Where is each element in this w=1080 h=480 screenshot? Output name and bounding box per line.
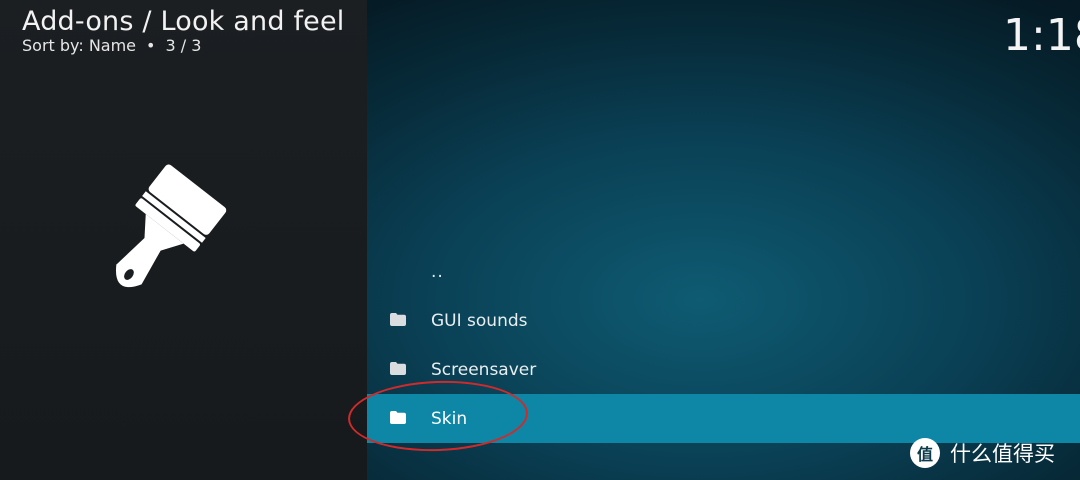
- list-item-gui-sounds[interactable]: GUI sounds: [367, 296, 1080, 345]
- watermark: 值 什么值得买: [910, 437, 1055, 469]
- list-item-parent[interactable]: ..: [367, 247, 1080, 296]
- item-count: 3 / 3: [165, 36, 202, 55]
- info-panel: [0, 0, 367, 480]
- folder-icon: [390, 362, 406, 375]
- clock: 1:18: [1003, 10, 1080, 61]
- kodi-addons-screen: Add-ons / Look and feel Sort by: Name • 3 …: [0, 0, 1080, 480]
- folder-icon: [390, 313, 406, 326]
- paint-brush-icon: [115, 164, 227, 288]
- separator-dot: •: [146, 36, 156, 55]
- list-item-label: ..: [431, 261, 444, 282]
- page-title: Add-ons / Look and feel: [22, 6, 345, 37]
- watermark-text: 什么值得买: [950, 442, 1055, 466]
- sort-label[interactable]: Sort by: Name: [22, 36, 136, 55]
- list-item-label: Screensaver: [431, 359, 537, 380]
- list-item-label: GUI sounds: [431, 310, 528, 331]
- watermark-logo-icon: 值: [910, 438, 940, 468]
- sort-info: Sort by: Name • 3 / 3: [22, 36, 201, 55]
